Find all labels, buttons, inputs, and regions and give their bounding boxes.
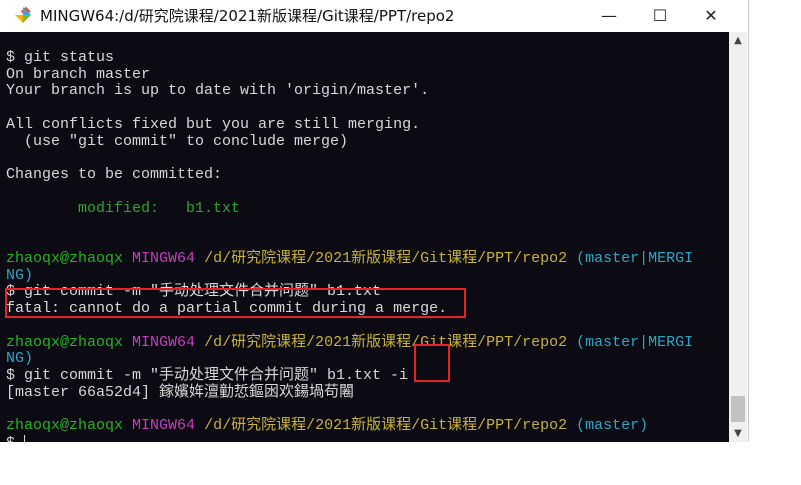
prompt-user: zhaoqx@zhaoqx (6, 417, 124, 435)
flag-highlight-box (414, 344, 450, 382)
minimize-button[interactable]: — (586, 0, 632, 31)
command-flag: -i (390, 367, 409, 384)
scroll-down-icon[interactable]: ▼ (729, 425, 747, 442)
git-bash-logo-icon (15, 6, 31, 23)
terminal-line: On branch master (6, 65, 151, 83)
scrollbar-thumb[interactable] (731, 396, 745, 422)
terminal-line: Changes to be committed: (6, 166, 223, 183)
text-cursor (24, 435, 26, 442)
terminal-line: $ git status (6, 48, 115, 66)
prompt-path: /d/研究院课程/2021新版课程/Git课程/PPT/repo2 (204, 333, 568, 351)
title-bar: MINGW64:/d/研究院课程/2021新版课程/Git课程/PPT/repo… (0, 0, 748, 31)
terminal-output[interactable]: $ git status On branch master Your branch … (0, 32, 729, 442)
prompt-host: MINGW64 (132, 333, 196, 351)
error-highlight-box (5, 288, 466, 318)
close-button[interactable]: ✕ (688, 0, 734, 31)
terminal-window: MINGW64:/d/研究院课程/2021新版课程/Git课程/PPT/repo… (0, 0, 749, 442)
prompt-line: zhaoqx@zhaoqx MINGW64 /d/研究院课程/2021新版课程/… (6, 249, 694, 268)
prompt-branch-wrap: NG) (6, 266, 34, 284)
prompt-path: /d/研究院课程/2021新版课程/Git课程/PPT/repo2 (204, 417, 568, 435)
terminal-line: Your branch is up to date with 'origin/m… (6, 82, 430, 100)
prompt-user: zhaoqx@zhaoqx (6, 249, 124, 267)
input-line[interactable]: $ (6, 435, 693, 442)
prompt-line: zhaoqx@zhaoqx MINGW64 /d/研究院课程/2021新版课程/… (6, 333, 694, 352)
vertical-scrollbar[interactable]: ▲ ▼ (729, 32, 747, 442)
prompt-branch-wrap: NG) (6, 350, 34, 368)
prompt-user: zhaoqx@zhaoqx (6, 333, 124, 351)
prompt-path: /d/研究院课程/2021新版课程/Git课程/PPT/repo2 (204, 249, 568, 267)
maximize-button[interactable]: ☐ (637, 0, 683, 31)
window-title: MINGW64:/d/研究院课程/2021新版课程/Git课程/PPT/repo… (40, 7, 455, 25)
scroll-up-icon[interactable]: ▲ (729, 32, 747, 49)
command-text: $ git commit -m "手动处理文件合并问题" b1.txt (6, 367, 391, 384)
prompt-branch: (master|MERGI (576, 249, 694, 267)
prompt-host: MINGW64 (132, 417, 196, 435)
modified-file-line: modified: b1.txt (6, 199, 241, 217)
prompt-branch: (master|MERGI (576, 333, 694, 351)
command-line: $ git commit -m "手动处理文件合并问题" b1.txt -i (6, 367, 693, 385)
prompt-line: zhaoqx@zhaoqx MINGW64 /d/研究院课程/2021新版课程/… (6, 417, 693, 435)
prompt-branch: (master) (576, 417, 649, 435)
commit-result-line: [master 66a52d4] 鎵嬪姩澶勭悊鏂囦欢鍚堝苟闂 (6, 383, 355, 401)
terminal-line: (use "git commit" to conclude merge) (6, 132, 349, 150)
prompt-host: MINGW64 (132, 249, 196, 267)
terminal-line: All conflicts fixed but you are still me… (6, 115, 421, 133)
prompt-symbol: $ (6, 435, 24, 442)
